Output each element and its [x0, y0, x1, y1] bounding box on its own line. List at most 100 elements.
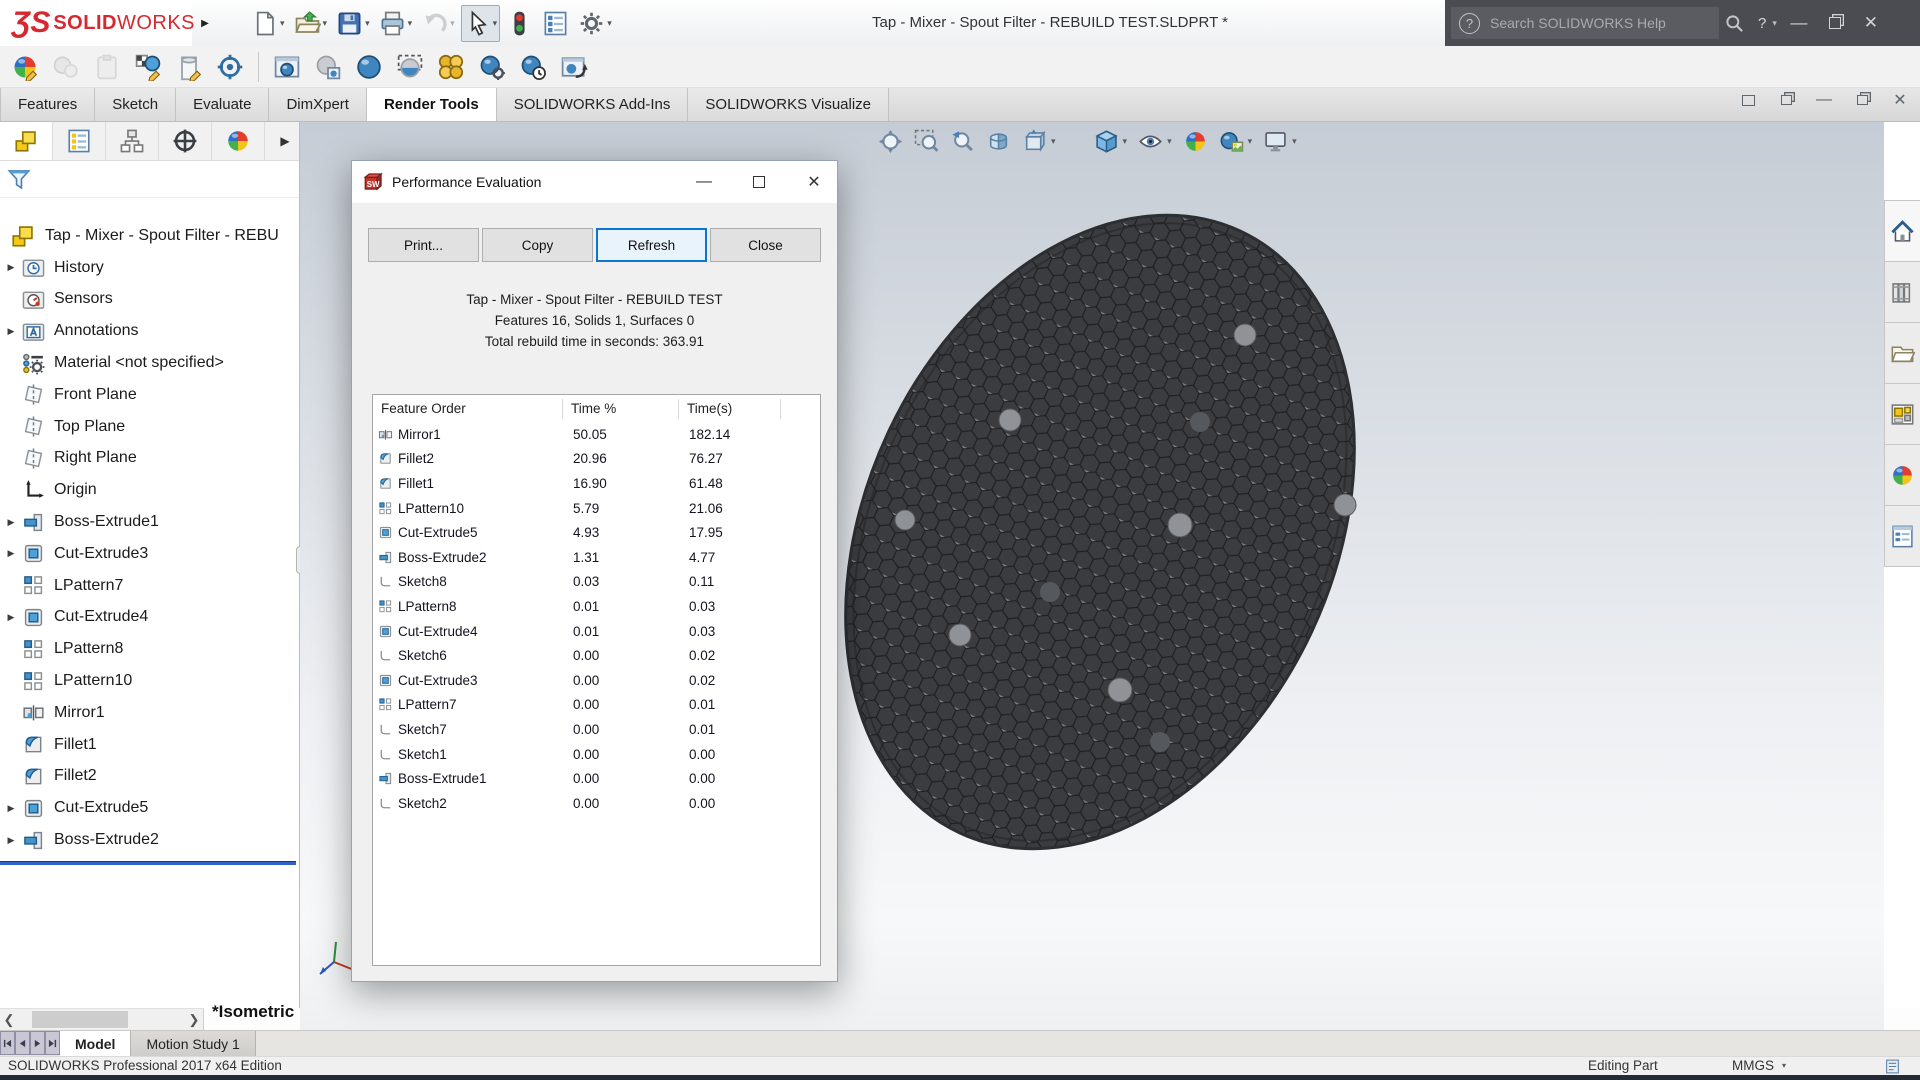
print-button[interactable]: ▾ [376, 5, 416, 42]
open-button[interactable]: ▾ [291, 5, 331, 42]
view-settings-button[interactable]: ▾ [1263, 129, 1297, 154]
tree-item-cut-extrude5[interactable]: ▶Cut-Extrude5 [0, 792, 299, 824]
tree-item-fillet2[interactable]: Fillet2 [0, 761, 299, 793]
tab-dimxpert[interactable]: DimXpert [269, 88, 367, 121]
tab-evaluate[interactable]: Evaluate [176, 88, 269, 121]
tree-item-lpattern7[interactable]: LPattern7 [0, 570, 299, 602]
tree-item-material-not-specified[interactable]: Material <not specified> [0, 347, 299, 379]
scroll-left-icon[interactable]: ❮ [0, 1009, 18, 1031]
copy-button[interactable]: Copy [482, 228, 593, 262]
preview-window-button[interactable] [311, 50, 345, 84]
refresh-button[interactable]: Refresh [596, 228, 707, 262]
tree-item-right-plane[interactable]: Right Plane [0, 443, 299, 475]
tree-item-front-plane[interactable]: Front Plane [0, 379, 299, 411]
settings-gear-button[interactable]: ▾ [575, 5, 615, 42]
search-icon[interactable] [1725, 14, 1744, 33]
tab-sketch[interactable]: Sketch [95, 88, 176, 121]
tree-item-cut-extrude3[interactable]: ▶Cut-Extrude3 [0, 538, 299, 570]
taskpane-tab-design-library[interactable] [1885, 262, 1920, 323]
chevron-down-icon[interactable]: ▾ [1123, 136, 1128, 147]
tab-model[interactable]: Model [60, 1031, 131, 1056]
rebuild-traffic-light-button[interactable] [503, 5, 536, 42]
tree-item-boss-extrude1[interactable]: ▶Boss-Extrude1 [0, 506, 299, 538]
help-search-box[interactable]: ? [1451, 7, 1719, 39]
expand-arrow-icon[interactable]: ▶ [0, 548, 22, 559]
tab-solidworks-add-ins[interactable]: SOLIDWORKS Add-Ins [497, 88, 689, 121]
table-row-fillet2[interactable]: Fillet220.9676.27 [373, 447, 820, 472]
edit-appearance-viewport-button[interactable] [1183, 129, 1208, 154]
table-row-boss-extrude2[interactable]: Boss-Extrude21.314.77 [373, 545, 820, 570]
section-view-button[interactable] [986, 129, 1011, 154]
status-sheet-icon[interactable] [1884, 1058, 1901, 1075]
rollback-bar[interactable] [0, 861, 296, 865]
panel-tab-configurationmanager[interactable] [106, 122, 159, 160]
options-list-button[interactable] [539, 5, 572, 42]
doc-close-button[interactable]: ✕ [1890, 90, 1910, 110]
tab-scroll-prev-icon[interactable] [15, 1031, 30, 1055]
table-row-cut-extrude3[interactable]: Cut-Extrude30.000.02 [373, 668, 820, 693]
panel-tab-displaymanager[interactable] [212, 122, 265, 160]
menu-expand-arrow-icon[interactable]: ▶ [196, 0, 214, 46]
chevron-down-icon[interactable]: ▾ [493, 18, 498, 29]
table-row-lpattern7[interactable]: LPattern70.000.01 [373, 693, 820, 718]
filter-funnel-icon[interactable] [6, 166, 32, 192]
dialog-maximize-button[interactable] [736, 161, 782, 203]
tab-scroll-next-icon[interactable] [30, 1031, 45, 1055]
taskpane-tab-file-explorer[interactable] [1885, 323, 1920, 384]
table-row-fillet1[interactable]: Fillet116.9061.48 [373, 471, 820, 496]
dialog-title-bar[interactable]: SW Performance Evaluation — ✕ [352, 161, 837, 203]
expand-arrow-icon[interactable]: ▶ [0, 517, 22, 528]
recall-last-render-button[interactable] [557, 50, 591, 84]
tree-root-part[interactable]: Tap - Mixer - Spout Filter - REBU [0, 220, 299, 252]
window-close-button[interactable]: ✕ [1853, 0, 1889, 46]
tree-item-sensors[interactable]: Sensors [0, 284, 299, 316]
units-selector[interactable]: MMGS▾ [1732, 1057, 1786, 1075]
chevron-down-icon[interactable]: ▾ [280, 18, 285, 29]
table-row-sketch7[interactable]: Sketch70.000.01 [373, 717, 820, 742]
table-row-lpattern10[interactable]: LPattern105.7921.06 [373, 496, 820, 521]
tree-item-history[interactable]: ▶History [0, 252, 299, 284]
save-button[interactable]: ▾ [333, 5, 373, 42]
help-menu-button[interactable]: ?▾ [1758, 15, 1777, 32]
table-row-cut-extrude4[interactable]: Cut-Extrude40.010.03 [373, 619, 820, 644]
taskpane-tab-solidworks-resources[interactable] [1885, 201, 1920, 262]
panel-tab-featuremanager[interactable] [0, 122, 53, 160]
print-button[interactable]: Print... [368, 228, 479, 262]
table-row-cut-extrude5[interactable]: Cut-Extrude54.9317.95 [373, 520, 820, 545]
taskpane-tab-appearances-scenes[interactable] [1885, 445, 1920, 506]
doc-minimize-button[interactable]: — [1814, 90, 1834, 110]
table-row-lpattern8[interactable]: LPattern80.010.03 [373, 594, 820, 619]
tree-item-fillet1[interactable]: Fillet1 [0, 729, 299, 761]
tree-horizontal-scrollbar[interactable]: ❮ ❯ [0, 1008, 204, 1030]
panel-flyout-chevron-icon[interactable]: ▶ [271, 122, 299, 160]
scrollbar-thumb[interactable] [32, 1011, 128, 1028]
tab-scroll-last-icon[interactable] [45, 1031, 60, 1055]
scroll-right-icon[interactable]: ❯ [185, 1009, 203, 1031]
paste-appearance-button[interactable] [90, 50, 124, 84]
table-row-boss-extrude1[interactable]: Boss-Extrude10.000.00 [373, 766, 820, 791]
taskpane-tab-view-palette[interactable] [1885, 384, 1920, 445]
proof-sheet-button[interactable] [434, 50, 468, 84]
zoom-to-area-button[interactable] [914, 129, 939, 154]
tree-item-lpattern10[interactable]: LPattern10 [0, 665, 299, 697]
tab-solidworks-visualize[interactable]: SOLIDWORKS Visualize [688, 88, 889, 121]
panel-tab-dimxpertmanager[interactable] [159, 122, 212, 160]
tree-item-cut-extrude4[interactable]: ▶Cut-Extrude4 [0, 602, 299, 634]
edit-scene-button[interactable] [213, 50, 247, 84]
dialog-minimize-button[interactable]: — [681, 161, 727, 203]
taskpane-tab-custom-properties[interactable] [1885, 506, 1920, 566]
panel-tab-propertymanager[interactable] [53, 122, 106, 160]
chevron-down-icon[interactable]: ▾ [607, 18, 612, 29]
schedule-render-button[interactable] [516, 50, 550, 84]
chevron-down-icon[interactable]: ▾ [1248, 136, 1253, 147]
table-row-sketch1[interactable]: Sketch10.000.00 [373, 742, 820, 767]
doc-cascade-icon[interactable] [1776, 90, 1796, 110]
help-search-input[interactable] [1488, 14, 1711, 32]
chevron-down-icon[interactable]: ▾ [450, 18, 455, 29]
tab-render-tools[interactable]: Render Tools [367, 88, 497, 121]
chevron-down-icon[interactable]: ▾ [408, 18, 413, 29]
table-row-sketch6[interactable]: Sketch60.000.02 [373, 643, 820, 668]
chevron-down-icon[interactable]: ▾ [1292, 136, 1297, 147]
window-restore-button[interactable] [1817, 0, 1853, 46]
final-render-button[interactable] [352, 50, 386, 84]
